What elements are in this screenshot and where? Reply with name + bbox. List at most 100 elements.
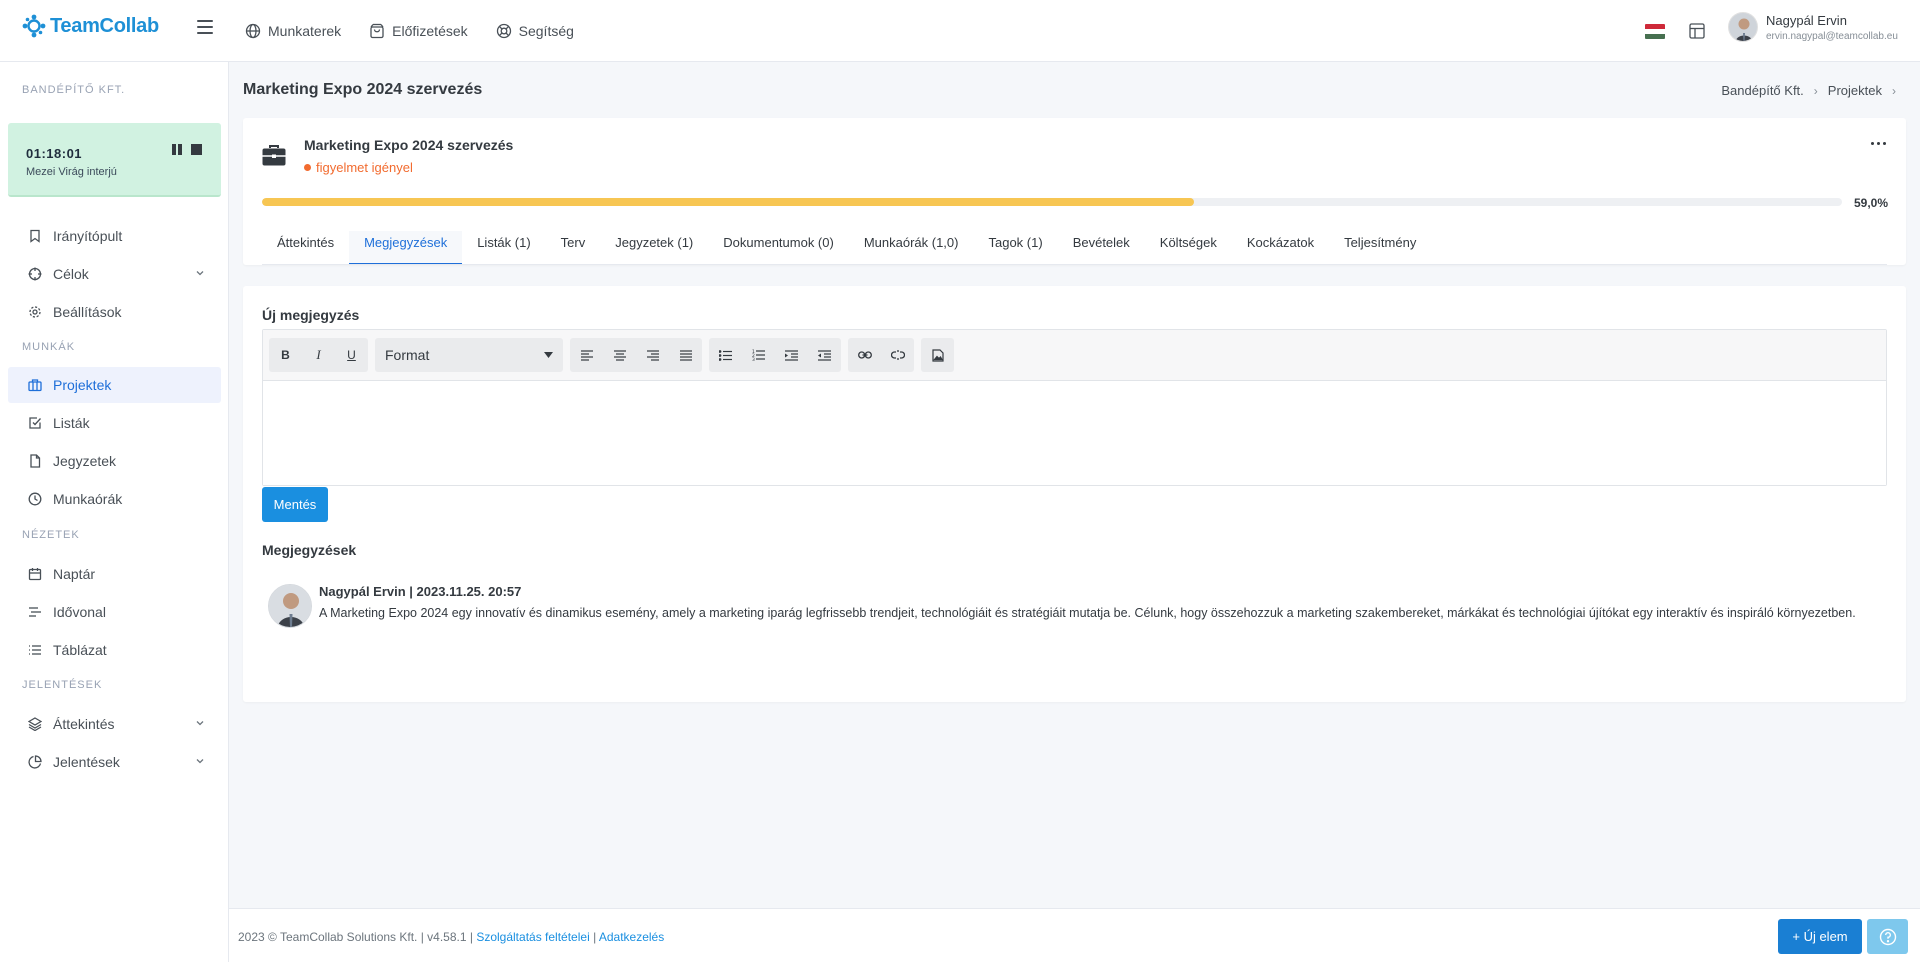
pause-icon[interactable] — [172, 144, 182, 155]
status-dot-icon — [304, 164, 311, 171]
format-select[interactable]: Format — [375, 338, 563, 372]
sidebar-item-dashboard[interactable]: Irányítópult — [8, 218, 221, 254]
progress-fill — [262, 198, 1195, 206]
image-icon[interactable] — [921, 338, 954, 372]
outdent-icon[interactable] — [808, 338, 841, 372]
project-progress-bar — [262, 198, 1842, 206]
tab-9[interactable]: Költségek — [1145, 231, 1232, 265]
privacy-link[interactable]: Adatkezelés — [599, 930, 664, 944]
logo-icon — [22, 14, 46, 38]
link-icon[interactable] — [848, 338, 881, 372]
language-flag-hu-icon[interactable] — [1645, 24, 1665, 39]
checkbox-icon — [29, 417, 41, 429]
rich-text-editor: B I U Format 123 — [262, 329, 1887, 486]
shopping-bag-icon — [370, 23, 384, 39]
save-button[interactable]: Mentés — [262, 487, 328, 522]
footer: 2023 © TeamCollab Solutions Kft. | v4.58… — [229, 908, 1920, 962]
tab-6[interactable]: Munkaórák (1,0) — [849, 231, 974, 265]
sidebar-item-table[interactable]: Táblázat — [8, 632, 221, 668]
user-menu[interactable]: Nagypál Ervin ervin.nagypal@teamcollab.e… — [1728, 12, 1898, 42]
breadcrumb-projects[interactable]: Projektek — [1828, 83, 1882, 98]
section-label-reports: JELENTÉSEK — [22, 679, 103, 691]
topnav-subscriptions-label: Előfizetések — [392, 23, 468, 39]
sidebar-item-label: Jegyzetek — [53, 453, 117, 469]
sidebar-item-reports[interactable]: Jelentések — [8, 744, 221, 780]
top-navigation: Munkaterek Előfizetések Segítség — [245, 0, 574, 62]
timer-label: Mezei Virág interjú — [26, 166, 117, 178]
terms-link[interactable]: Szolgáltatás feltételei — [476, 930, 589, 944]
notes-card: Új megjegyzés B I U Format 123 Mentés Me… — [243, 286, 1906, 702]
tab-3[interactable]: Terv — [546, 231, 601, 265]
active-timer[interactable]: 01:18:01 Mezei Virág interjú — [8, 123, 221, 197]
align-justify-icon[interactable] — [669, 338, 702, 372]
more-options-icon[interactable] — [1871, 142, 1886, 145]
sidebar-item-projects[interactable]: Projektek — [8, 367, 221, 403]
user-name: Nagypál Ervin — [1766, 12, 1847, 28]
tabs-divider — [262, 264, 1887, 265]
underline-icon[interactable]: U — [335, 338, 368, 372]
logo-text: TeamCollab — [50, 14, 159, 37]
timer-time: 01:18:01 — [26, 146, 83, 161]
tab-2[interactable]: Listák (1) — [462, 231, 545, 265]
breadcrumb-company[interactable]: Bandépítő Kft. — [1721, 83, 1803, 98]
unlink-icon[interactable] — [881, 338, 914, 372]
topnav-workspaces[interactable]: Munkaterek — [245, 23, 341, 39]
sidebar-item-lists[interactable]: Listák — [8, 405, 221, 441]
tab-1[interactable]: Megjegyzések — [349, 231, 463, 265]
note-editor-input[interactable] — [263, 381, 1886, 485]
timeline-icon — [29, 607, 41, 617]
file-icon — [30, 454, 41, 468]
tab-7[interactable]: Tagok (1) — [973, 231, 1057, 265]
tab-8[interactable]: Bevételek — [1058, 231, 1145, 265]
sidebar-item-settings[interactable]: Beállítások — [8, 294, 221, 330]
briefcase-icon — [262, 145, 286, 166]
layout-icon[interactable] — [1688, 22, 1706, 40]
crosshair-icon — [28, 267, 42, 281]
project-name: Marketing Expo 2024 szervezés — [304, 137, 514, 153]
sidebar-item-label: Idővonal — [53, 604, 106, 620]
chevron-right-icon: › — [1892, 83, 1896, 98]
tab-10[interactable]: Kockázatok — [1232, 231, 1329, 265]
tab-4[interactable]: Jegyzetek (1) — [600, 231, 708, 265]
sidebar-item-work-hours[interactable]: Munkaórák — [8, 481, 221, 517]
note-text: A Marketing Expo 2024 egy innovatív és d… — [319, 606, 1856, 620]
caret-down-icon — [544, 352, 553, 358]
sidebar-item-label: Naptár — [53, 566, 96, 582]
sidebar: BANDÉPÍTŐ KFT. 01:18:01 Mezei Virág inte… — [0, 62, 229, 962]
stop-icon[interactable] — [191, 144, 202, 155]
italic-icon[interactable]: I — [302, 338, 335, 372]
tab-11[interactable]: Teljesítmény — [1329, 231, 1431, 265]
logo[interactable]: TeamCollab — [22, 14, 159, 38]
breadcrumb: Bandépítő Kft. › Projektek › — [1721, 83, 1896, 98]
alignment-group — [570, 338, 702, 372]
align-left-icon[interactable] — [570, 338, 603, 372]
tab-0[interactable]: Áttekintés — [262, 231, 349, 265]
company-name: BANDÉPÍTŐ KFT. — [22, 84, 126, 96]
avatar — [268, 584, 312, 628]
chevron-down-icon — [196, 271, 204, 276]
align-right-icon[interactable] — [636, 338, 669, 372]
tab-5[interactable]: Dokumentumok (0) — [708, 231, 849, 265]
new-note-heading: Új megjegyzés — [262, 307, 360, 323]
pie-chart-icon — [28, 755, 42, 769]
sidebar-item-notes[interactable]: Jegyzetek — [8, 443, 221, 479]
topnav-help[interactable]: Segítség — [496, 23, 574, 39]
bold-icon[interactable]: B — [269, 338, 302, 372]
align-center-icon[interactable] — [603, 338, 636, 372]
project-tabs: Áttekintés Megjegyzések Listák (1) Terv Jegy… — [262, 231, 1887, 265]
footer-copyright: 2023 © TeamCollab Solutions Kft. | v4.58… — [238, 930, 477, 944]
status-text: figyelmet igényel — [316, 160, 413, 175]
numbered-list-icon[interactable]: 123 — [742, 338, 775, 372]
sidebar-item-calendar[interactable]: Naptár — [8, 556, 221, 592]
sidebar-item-overview[interactable]: Áttekintés — [8, 706, 221, 742]
bullet-list-icon[interactable] — [709, 338, 742, 372]
top-header: TeamCollab Munkaterek Előfizetések Segít… — [0, 0, 1920, 62]
topnav-subscriptions[interactable]: Előfizetések — [369, 23, 468, 39]
new-item-button[interactable]: + Új elem — [1778, 919, 1862, 954]
sidebar-item-timeline[interactable]: Idővonal — [8, 594, 221, 630]
sidebar-item-goals[interactable]: Célok — [8, 256, 221, 292]
indent-icon[interactable] — [775, 338, 808, 372]
help-button[interactable] — [1867, 919, 1908, 954]
calendar-icon — [28, 568, 42, 581]
menu-toggle-icon[interactable] — [197, 20, 213, 34]
